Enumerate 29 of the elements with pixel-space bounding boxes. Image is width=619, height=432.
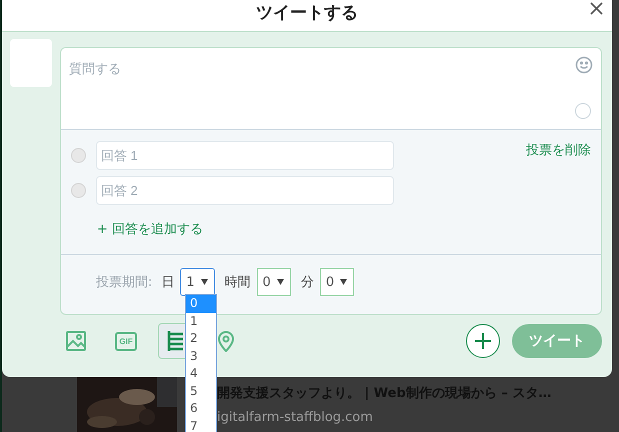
link-domain: igitalfarm-staffblog.com [217,410,374,425]
add-choice-link[interactable]: + 回答を追加する [96,220,394,238]
duration-label: 投票期間: [96,274,152,291]
dialog-title: ツイートする [256,3,358,23]
caret-icon [276,279,284,285]
avatar [10,39,52,87]
character-counter [575,103,591,119]
choice-field[interactable]: 回答 1 [96,141,394,170]
list-icon [166,330,186,352]
duration-select[interactable]: 1 [180,268,215,296]
location-icon [217,330,235,352]
image-icon [65,330,87,352]
unit-label: 日 [161,274,174,291]
unit-label: 時間 [224,274,251,291]
smiley-icon[interactable] [575,56,593,74]
add-button[interactable] [466,324,500,358]
unit-label: 分 [300,274,314,291]
duration-select[interactable]: 0 [320,268,354,296]
radio-circle [70,183,86,198]
radio-circle [70,148,86,163]
remove-poll-link[interactable]: 投票を削除 [526,141,591,159]
caret-icon [200,279,208,285]
gif-icon: GIF [115,332,137,350]
close-icon [590,2,602,14]
question-placeholder: 質問する [68,62,121,77]
caret-icon [340,279,348,285]
plus-icon [475,333,491,349]
duration-select[interactable]: 0 [256,268,291,296]
choice-field[interactable]: 回答 2 [96,176,394,205]
